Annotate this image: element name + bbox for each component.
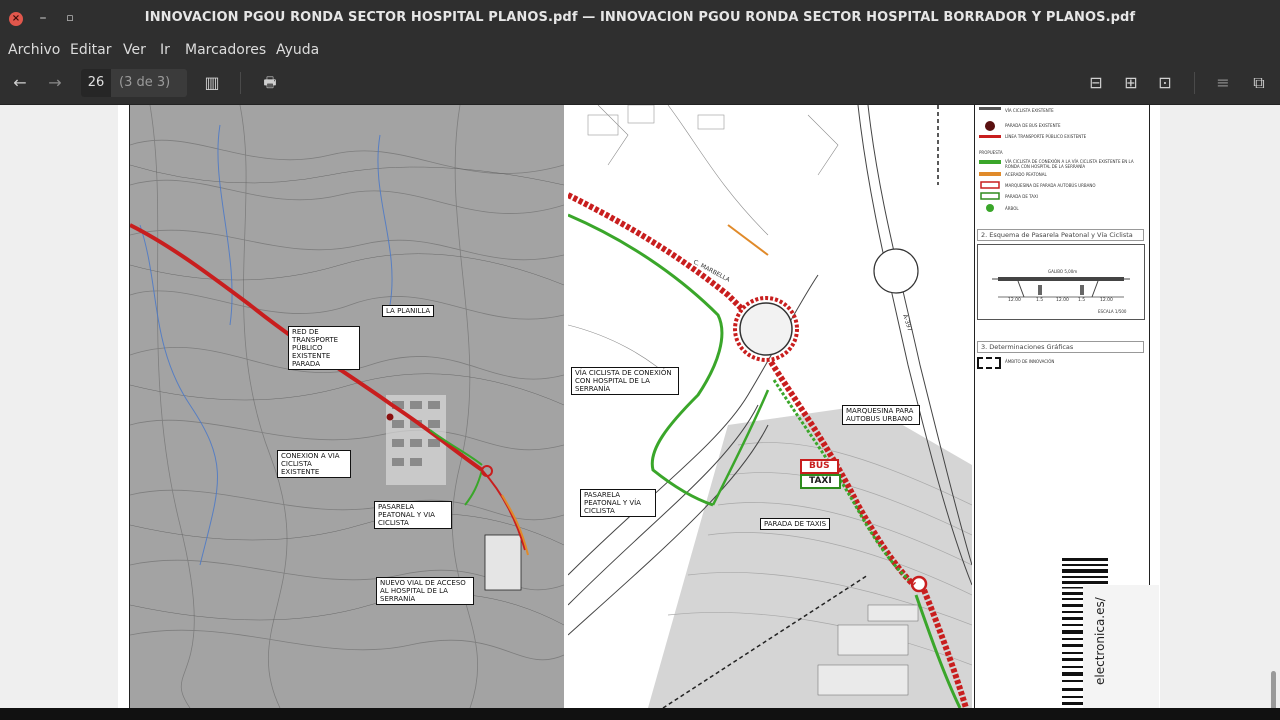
window-title: INNOVACION PGOU RONDA SECTOR HOSPITAL PL…: [144, 10, 1136, 25]
menu-marcadores[interactable]: Marcadores: [185, 42, 266, 58]
page-total-label: (3 de 3): [119, 75, 171, 90]
page-selector: 26 (3 de 3): [81, 69, 187, 97]
sidebar-toggle-icon[interactable]: ▥: [202, 73, 222, 93]
document-viewport[interactable]: LA PLANILLA RED DE TRANSPORTE PÚBLICO EX…: [0, 105, 1280, 708]
menu-ayuda[interactable]: Ayuda: [276, 42, 319, 58]
zoom-out-icon[interactable]: ⊟: [1086, 73, 1106, 93]
menu-bar: Archivo Editar Ver Ir Marcadores Ayuda: [0, 38, 1280, 62]
page-number-input[interactable]: 26: [81, 69, 111, 97]
toolbar-divider: [240, 72, 241, 94]
watermark-text: electronica.es/: [1093, 597, 1107, 685]
print-icon[interactable]: 🖶: [260, 73, 280, 93]
back-arrow-icon[interactable]: ←: [10, 73, 30, 93]
dual-page-icon[interactable]: ⧉: [1249, 73, 1269, 93]
forward-arrow-icon[interactable]: →: [45, 73, 65, 93]
annotate-icon[interactable]: ≡: [1213, 73, 1233, 93]
zoom-in-icon[interactable]: ⊞: [1121, 73, 1141, 93]
sheet-border: [129, 105, 1150, 708]
menu-editar[interactable]: Editar: [70, 42, 111, 58]
title-bar: × – ▫ INNOVACION PGOU RONDA SECTOR HOSPI…: [0, 0, 1280, 38]
fit-page-icon[interactable]: ⊡: [1155, 73, 1175, 93]
vertical-scrollbar[interactable]: [1271, 671, 1276, 708]
watermark-stamp: electronica.es/: [1083, 585, 1159, 708]
bottom-edge: [0, 708, 1280, 720]
menu-archivo[interactable]: Archivo: [8, 42, 60, 58]
pdf-page: LA PLANILLA RED DE TRANSPORTE PÚBLICO EX…: [118, 105, 1160, 708]
menu-ir[interactable]: Ir: [160, 42, 170, 58]
menu-ver[interactable]: Ver: [123, 42, 146, 58]
toolbar-divider: [1194, 72, 1195, 94]
